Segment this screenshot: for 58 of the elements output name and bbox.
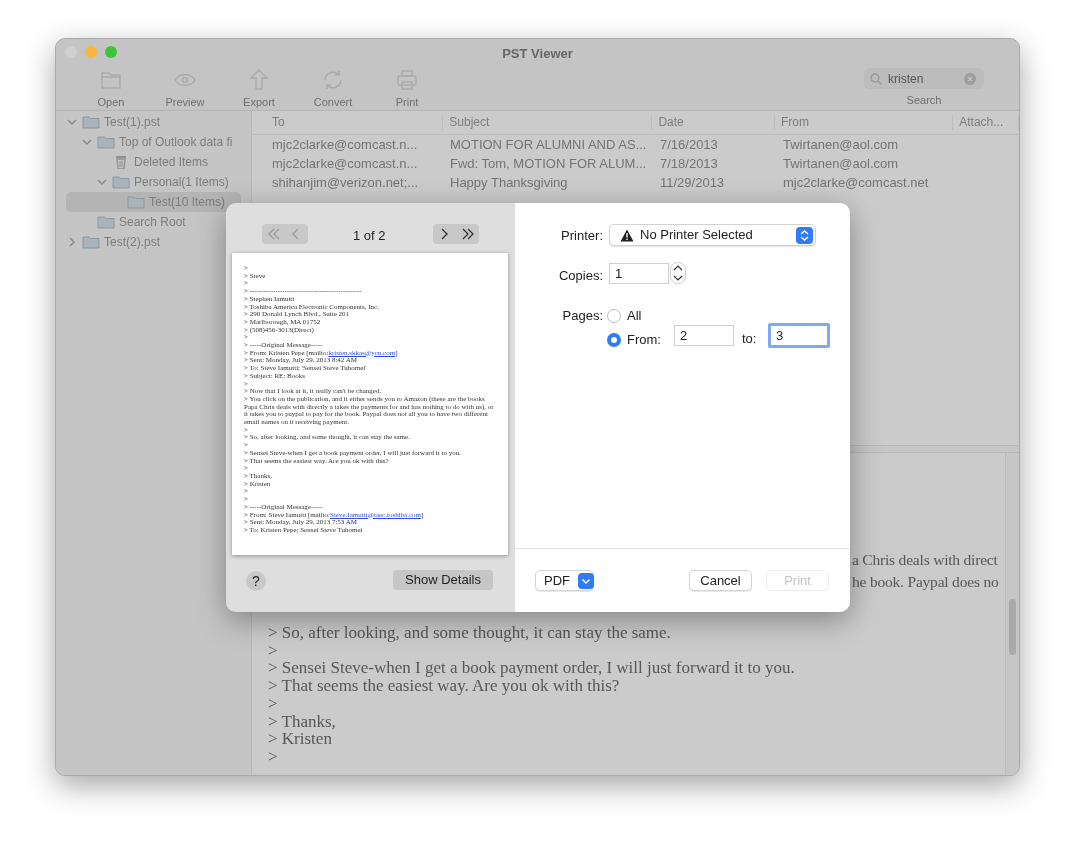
page-number-field[interactable]: 3 (768, 323, 830, 348)
tree-item[interactable]: Test(10 Items) (66, 192, 241, 212)
message-line: > (268, 747, 279, 766)
page-counter: 1 of 2 (353, 227, 386, 245)
table-cell-text: Twirtanen@aol.com (782, 154, 900, 173)
tree-item[interactable]: Top of Outlook data fi (66, 132, 241, 152)
printer-label: Printer: (560, 227, 603, 245)
tree-item[interactable]: Deleted Items (66, 152, 241, 172)
page-number-field[interactable]: 2 (674, 325, 734, 346)
show-details-button[interactable]: Show Details (393, 570, 493, 590)
table-cell-text: Fwd: Tom, MOTION FOR ALUM... (449, 154, 648, 173)
table-cell-text: MOTION FOR ALUMNI AND AS... (449, 135, 648, 154)
column-header[interactable]: Date (652, 115, 775, 130)
tree-item[interactable]: Test(2).pst (66, 232, 241, 252)
search-label: Search (906, 93, 942, 108)
printer-popup[interactable]: No Printer Selected (609, 224, 816, 246)
message-line: > So, after looking, and some thought, it can stay the same. (268, 624, 672, 642)
column-header[interactable]: Subject (443, 115, 653, 130)
table-cell-text: mjc2clarke@comcast.n... (271, 154, 419, 173)
toolbar-button[interactable]: Print (370, 67, 444, 110)
search-field[interactable]: kristen (864, 68, 984, 89)
toolbar-button[interactable]: Open (74, 67, 148, 110)
message-line: a Chris deals with direct (852, 550, 998, 570)
table-cell-text: mjc2clarke@comcast.n... (271, 135, 419, 154)
copies-field[interactable]: 1 (609, 263, 669, 284)
table-cell-text: 7/18/2013 (659, 154, 719, 173)
table-cell-text: shihanjim@verizon.net;... (271, 173, 420, 192)
message-line: > Sensei Steve-when I get a book payment order, I will just forward it to you. (268, 659, 796, 678)
table-cell-text: 7/16/2013 (659, 135, 719, 154)
table-cell-text: 11/29/2013 (659, 173, 726, 192)
tree-item[interactable]: Test(1).pst (66, 112, 241, 132)
column-header[interactable]: To (266, 115, 444, 130)
column-header[interactable]: Attach... (953, 115, 1019, 130)
table-cell-text: Happy Thanksgiving (449, 173, 569, 192)
table-cell-text: Twirtanen@aol.com (782, 135, 900, 154)
radio-button[interactable]: All (607, 306, 642, 326)
tree-item[interactable]: Personal(1 Items) (66, 172, 241, 192)
message-line: > (268, 694, 279, 713)
pdf-menu-button[interactable]: PDF (535, 570, 594, 591)
tree-item[interactable]: Search Root (66, 212, 241, 232)
pages-label: Pages: (561, 307, 603, 325)
toolbar-button[interactable]: Export (222, 67, 296, 110)
cancel-button[interactable]: Cancel (689, 570, 752, 591)
message-line: he book. Paypal does no (852, 572, 999, 592)
copies-label: Copies: (557, 267, 603, 285)
help-button[interactable]: ? (246, 571, 266, 591)
table-cell-text: mjc2clarke@comcast.net (782, 173, 930, 192)
toolbar-button[interactable]: Convert (296, 67, 370, 110)
to-label: to: (742, 330, 757, 348)
radio-button[interactable]: From: (607, 330, 661, 350)
message-line: > (268, 641, 279, 660)
message-line: > That seems the easiest way. Are you ok with this? (268, 677, 621, 695)
toolbar-button[interactable]: Preview (148, 67, 222, 110)
column-header[interactable]: From (774, 115, 954, 130)
message-line: > Thanks, (268, 712, 337, 731)
message-line: > Kristen (268, 730, 333, 748)
search-input[interactable]: kristen (888, 69, 958, 88)
window-title: PST Viewer (502, 45, 573, 63)
